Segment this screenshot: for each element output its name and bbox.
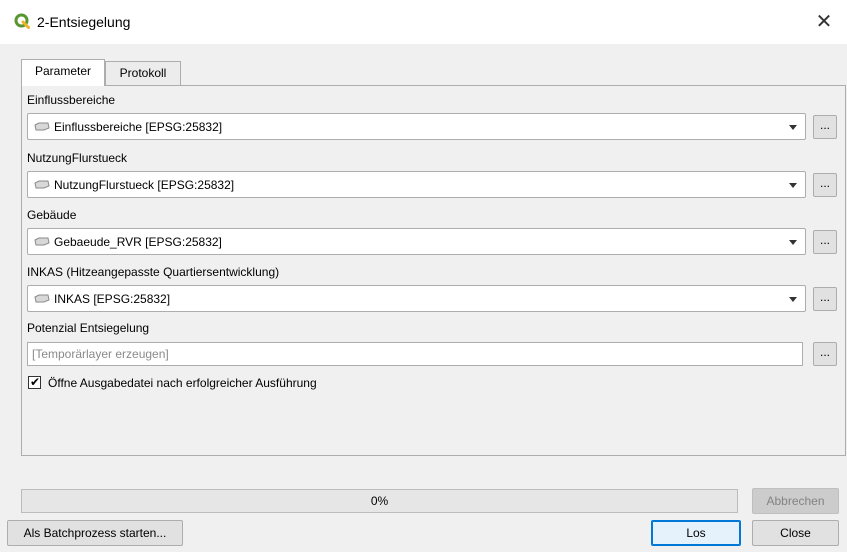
- qgis-logo-icon: [14, 13, 30, 29]
- chevron-down-icon: [789, 183, 797, 188]
- chevron-down-icon: [789, 240, 797, 245]
- nutzungflurstueck-layer-value: NutzungFlurstueck [EPSG:25832]: [54, 178, 235, 192]
- gebaeude-layer-select[interactable]: Gebaeude_RVR [EPSG:25832]: [27, 228, 806, 255]
- open-output-checkbox[interactable]: ✔: [28, 375, 41, 389]
- inkas-layer-value: INKAS [EPSG:25832]: [54, 292, 171, 306]
- einflussbereiche-layer-value: Einflussbereiche [EPSG:25832]: [54, 120, 223, 134]
- polygon-layer-icon: [34, 122, 50, 131]
- polygon-layer-icon: [34, 180, 50, 189]
- chevron-down-icon: [789, 125, 797, 130]
- einflussbereiche-browse-button[interactable]: ...: [813, 115, 837, 139]
- batch-process-button[interactable]: Als Batchprozess starten...: [7, 520, 183, 546]
- nutzungflurstueck-layer-select[interactable]: NutzungFlurstueck [EPSG:25832]: [27, 171, 806, 198]
- inkas-layer-select[interactable]: INKAS [EPSG:25832]: [27, 285, 806, 312]
- tab-parameter-label: Parameter: [34, 64, 92, 78]
- run-button[interactable]: Los: [651, 520, 741, 546]
- tab-protokoll-label: Protokoll: [119, 66, 167, 80]
- polygon-layer-icon: [34, 294, 50, 303]
- output-browse-button[interactable]: ...: [813, 342, 837, 366]
- output-input[interactable]: [28, 343, 802, 365]
- chevron-down-icon: [789, 297, 797, 302]
- einflussbereiche-layer-select[interactable]: Einflussbereiche [EPSG:25832]: [27, 113, 806, 140]
- progress-bar: 0%: [21, 489, 738, 513]
- param-label-nutzungflurstueck: NutzungFlurstueck: [27, 151, 128, 165]
- param-label-einflussbereiche: Einflussbereiche: [27, 93, 116, 107]
- title-bar: 2-Entsiegelung ✕: [0, 0, 847, 44]
- open-output-label[interactable]: Öffne Ausgabedatei nach erfolgreicher Au…: [48, 375, 317, 391]
- window-close-icon[interactable]: ✕: [801, 0, 847, 44]
- output-field[interactable]: [27, 342, 803, 366]
- param-label-inkas: INKAS (Hitzeangepasste Quartiersentwickl…: [27, 265, 280, 279]
- inkas-browse-button[interactable]: ...: [813, 287, 837, 311]
- cancel-button[interactable]: Abbrechen: [752, 488, 839, 514]
- param-label-gebaeude: Gebäude: [27, 208, 77, 222]
- progress-text: 0%: [370, 494, 389, 508]
- polygon-layer-icon: [34, 237, 50, 246]
- gebaeude-browse-button[interactable]: ...: [813, 230, 837, 254]
- output-label: Potenzial Entsiegelung: [27, 321, 150, 335]
- window-title: 2-Entsiegelung: [37, 14, 131, 30]
- gebaeude-layer-value: Gebaeude_RVR [EPSG:25832]: [54, 235, 222, 249]
- close-button[interactable]: Close: [752, 520, 839, 546]
- checkmark-icon: ✔: [30, 375, 41, 389]
- tab-parameter[interactable]: Parameter: [21, 59, 105, 86]
- nutzungflurstueck-browse-button[interactable]: ...: [813, 173, 837, 197]
- tab-protokoll[interactable]: Protokoll: [105, 61, 181, 85]
